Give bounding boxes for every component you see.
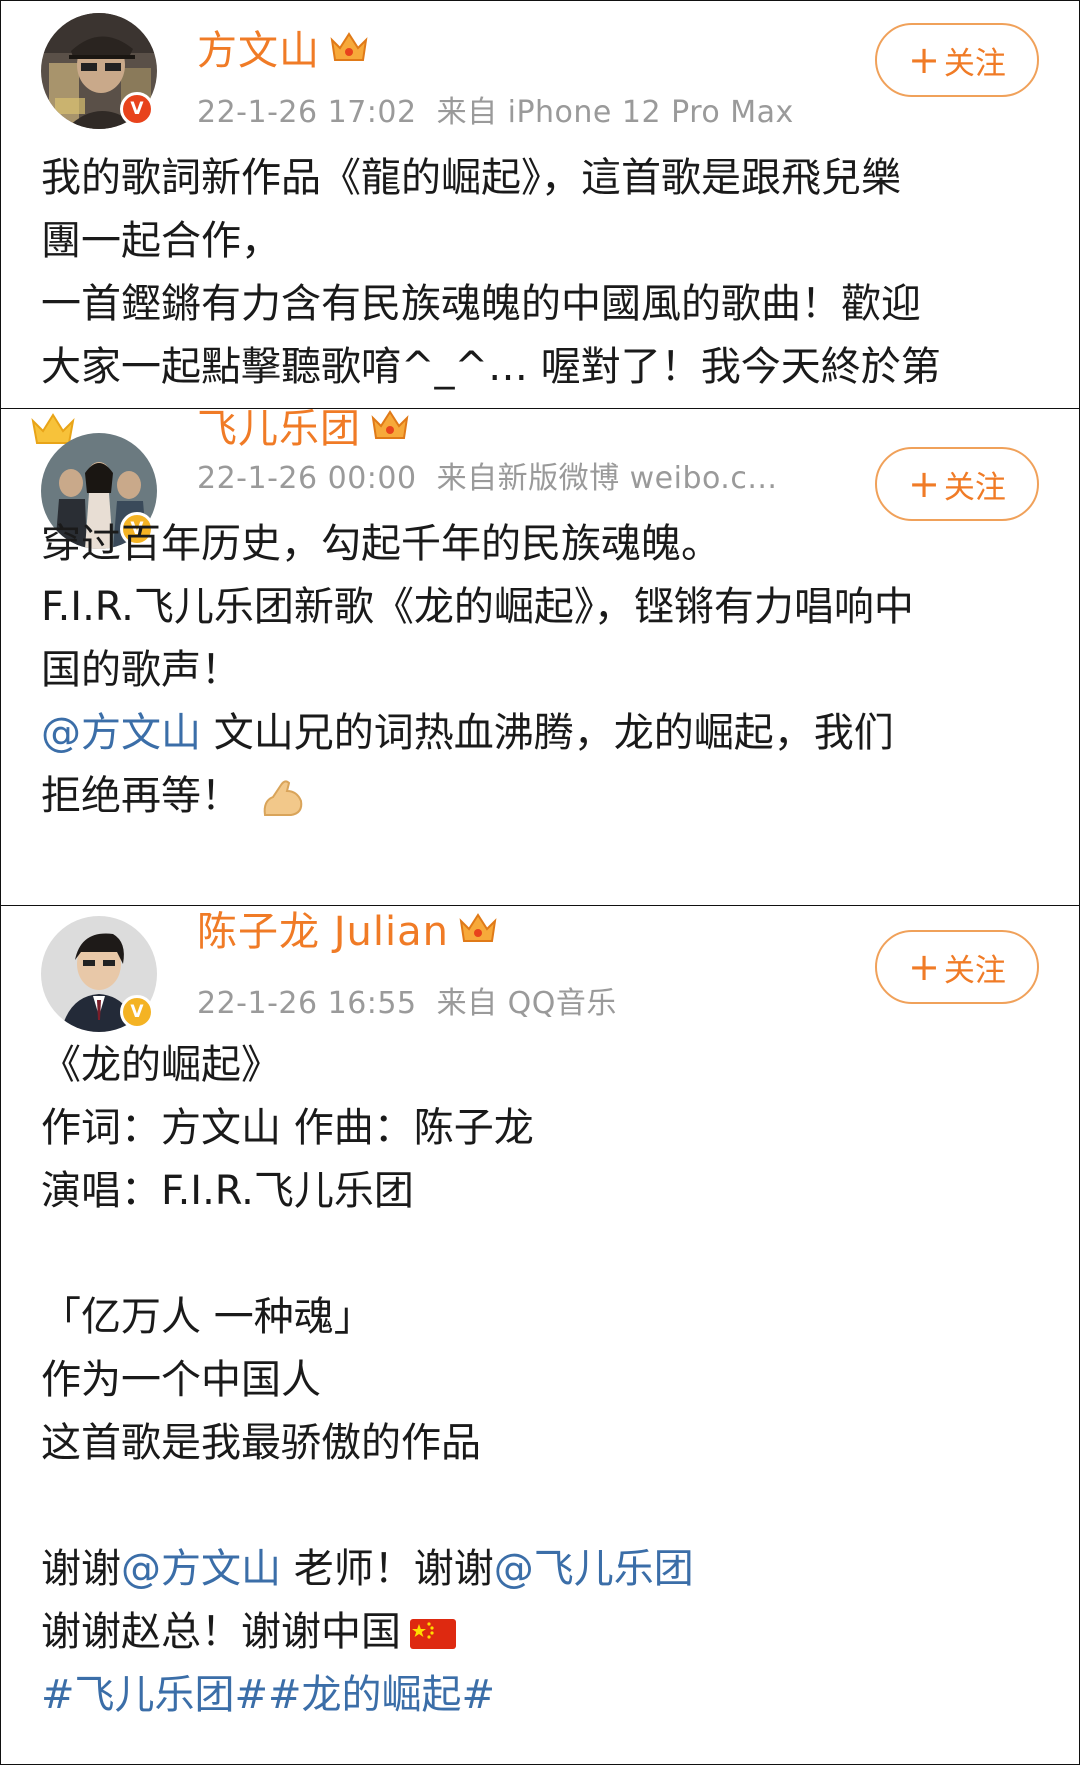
verified-badge-icon: V — [120, 92, 154, 126]
post-line: 我的歌詞新作品《龍的崛起》，這首歌是跟飛兒樂 — [41, 155, 901, 201]
post-content: 《龙的崛起》 作词：方文山 作曲：陈子龙 演唱：F.I.R.飞儿乐团 「亿万人 … — [41, 1034, 1039, 1727]
post-line: 作词：方文山 作曲：陈子龙 — [41, 1105, 534, 1151]
mention-link[interactable]: @飞儿乐团 — [494, 1546, 694, 1592]
china-flag-icon — [410, 1619, 456, 1649]
post-text: 文山兄的词热血沸腾，龙的崛起，我们 — [201, 710, 894, 756]
plus-icon: + — [908, 38, 940, 82]
post-line: 《龙的崛起》 — [41, 1042, 281, 1088]
post-content: 我的歌詞新作品《龍的崛起》，這首歌是跟飛兒樂 團一起合作， 一首鏗鏘有力含有民族… — [41, 147, 1039, 399]
post-text: 拒绝再等！ — [41, 773, 241, 819]
post-line: 穿过百年历史，勾起千年的民族魂魄。 — [41, 521, 721, 567]
post-line: 作为一个中国人 — [41, 1357, 321, 1403]
follow-label: 关注 — [943, 952, 1006, 989]
post-content: 穿过百年历史，勾起千年的民族魂魄。 F.I.R.飞儿乐团新歌《龙的崛起》，铿锵有… — [41, 513, 1039, 828]
post-line: 这首歌是我最骄傲的作品 — [41, 1420, 481, 1466]
follow-label: 关注 — [943, 469, 1006, 506]
post-line: 「亿万人 一种魂」 — [41, 1294, 374, 1340]
author-name[interactable]: 陈子龙 Julian — [197, 906, 449, 957]
follow-button[interactable]: + 关注 — [875, 23, 1039, 97]
crown-icon — [371, 410, 409, 439]
author-name[interactable]: 方文山 — [197, 18, 320, 76]
avatar[interactable]: V — [41, 916, 157, 1032]
post-line: 国的歌声！ — [41, 647, 241, 693]
post-meta: 22-1-26 00:00 来自新版微博 weibo.c... — [197, 453, 777, 497]
post-line: @方文山 文山兄的词热血沸腾，龙的崛起，我们 — [41, 702, 1039, 765]
follow-button[interactable]: + 关注 — [875, 447, 1039, 521]
post-line: 谢谢赵总！谢谢中国 — [41, 1601, 1039, 1664]
post-line: 谢谢@方文山 老师！谢谢@飞儿乐团 — [41, 1538, 1039, 1601]
post-line: 演唱：F.I.R.飞儿乐团 — [41, 1168, 414, 1214]
hashtag-link[interactable]: #飞儿乐团##龙的崛起# — [41, 1664, 1039, 1727]
flexed-biceps-icon — [263, 780, 303, 816]
weibo-post-fir: V 飞儿乐团 22-1-26 00:00 来自新版微博 weibo.c... + 关… — [0, 408, 1080, 906]
post-line: 一首鏗鏘有力含有民族魂魄的中國風的歌曲！歡迎 — [41, 281, 921, 327]
post-text: 老师！谢谢 — [281, 1546, 494, 1592]
post-line: F.I.R.飞儿乐团新歌《龙的崛起》，铿锵有力唱响中 — [41, 584, 914, 630]
weibo-post-julian: V 陈子龙 Julian 22-1-26 16:55 来自 QQ音乐 + 关注 《龙… — [0, 905, 1080, 1765]
post-timestamp: 22-1-26 17:02 — [197, 95, 417, 130]
post-source[interactable]: 来自新版微博 weibo.c... — [437, 461, 778, 496]
post-line: 團一起合作， — [41, 218, 281, 264]
crown-icon — [330, 32, 368, 61]
post-line: 大家一起點擊聽歌唷^_^… 喔對了！我今天終於第 — [41, 344, 941, 390]
post-source[interactable]: 来自 iPhone 12 Pro Max — [437, 95, 794, 130]
post-text: 谢谢 — [41, 1546, 121, 1592]
verified-badge-icon: V — [120, 995, 154, 1029]
plus-icon: + — [908, 462, 940, 506]
post-text: 谢谢赵总！谢谢中国 — [41, 1609, 401, 1655]
weibo-post-fangwenshan: V 方文山 22-1-26 17:02 来自 iPhone 12 Pro Max … — [0, 0, 1080, 409]
author-name[interactable]: 飞儿乐团 — [197, 409, 361, 454]
mention-link[interactable]: @方文山 — [41, 710, 201, 756]
follow-button[interactable]: + 关注 — [875, 930, 1039, 1004]
crown-icon — [459, 913, 497, 942]
mention-link[interactable]: @方文山 — [121, 1546, 281, 1592]
post-meta: 22-1-26 17:02 来自 iPhone 12 Pro Max — [197, 87, 794, 131]
post-meta: 22-1-26 16:55 来自 QQ音乐 — [197, 978, 617, 1022]
post-source[interactable]: 来自 QQ音乐 — [437, 986, 617, 1021]
post-line: 拒绝再等！ — [41, 765, 1039, 828]
plus-icon: + — [908, 945, 940, 989]
post-timestamp: 22-1-26 16:55 — [197, 986, 417, 1021]
avatar[interactable]: V — [41, 13, 157, 129]
follow-label: 关注 — [943, 45, 1006, 82]
post-timestamp: 22-1-26 00:00 — [197, 461, 417, 496]
